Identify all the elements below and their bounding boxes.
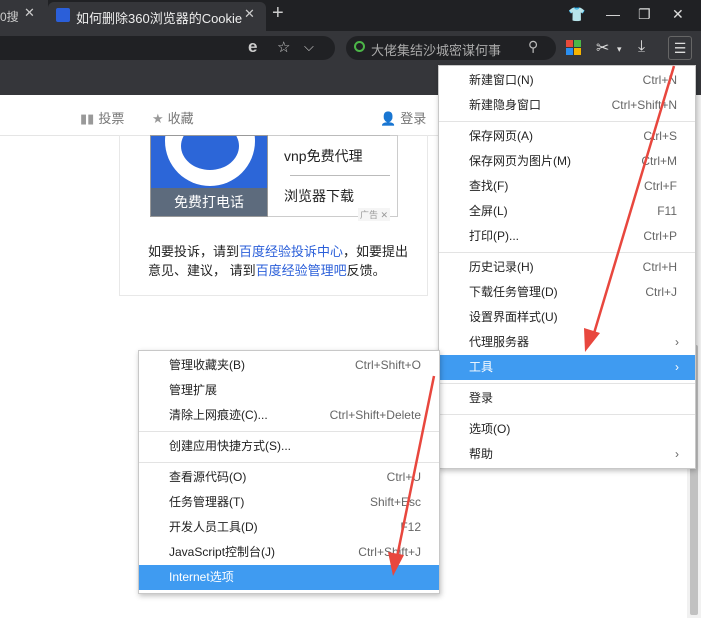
- arrow-to-tools: [584, 65, 676, 352]
- arrow-to-internet-options: [388, 375, 436, 576]
- annotation-arrows: [388, 65, 676, 576]
